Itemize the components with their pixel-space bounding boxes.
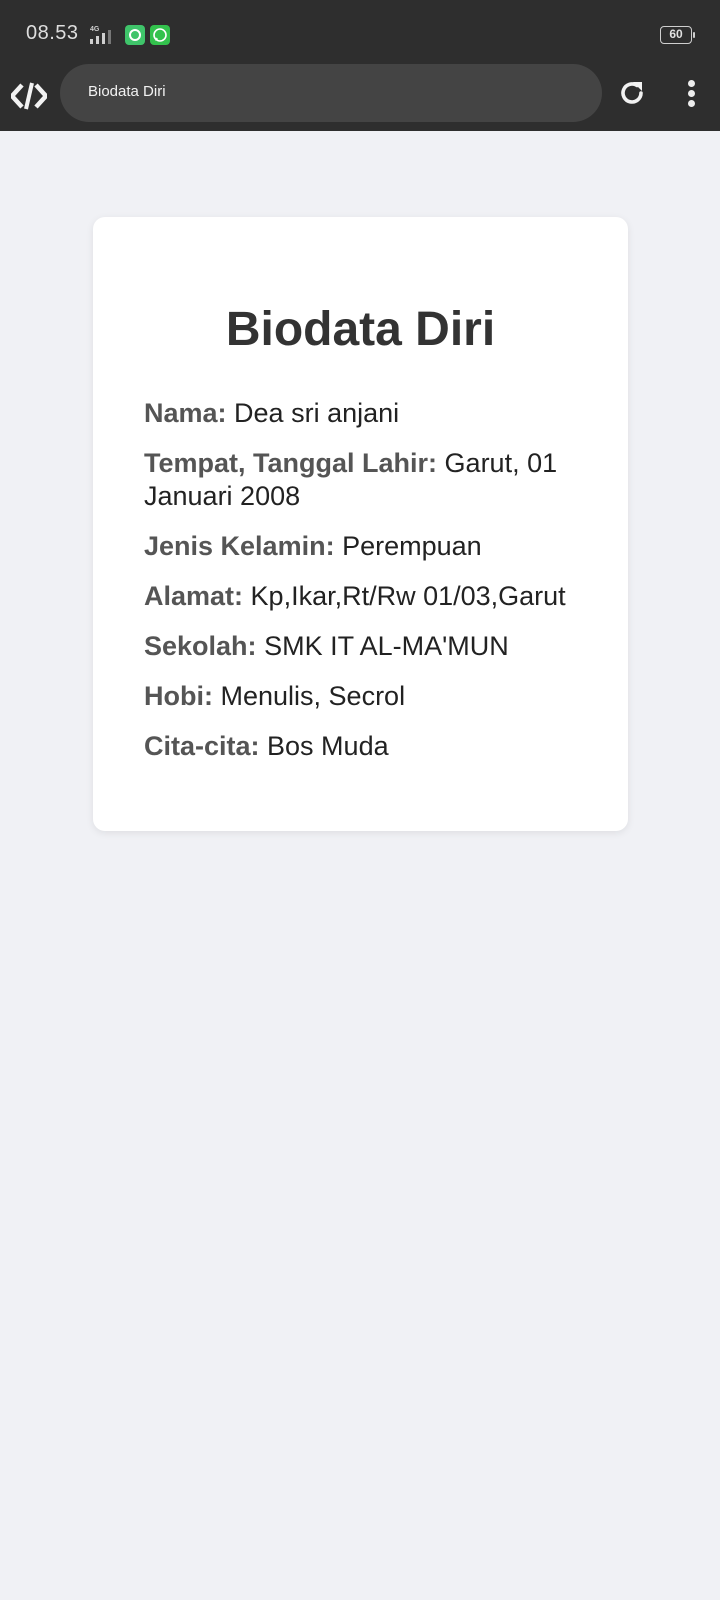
url-text[interactable]: Biodata Diri [88,83,166,100]
status-bar: 08.53 4G 60 [0,0,720,64]
field-label: Nama: [144,398,227,428]
status-time: 08.53 [26,22,79,44]
field-cita-cita: Cita-cita: Bos Muda [144,730,584,763]
app-notification-icon [125,25,145,45]
more-vert-icon[interactable] [680,78,702,108]
url-bar[interactable]: Biodata Diri [60,64,602,122]
battery-indicator: 60 [660,26,695,44]
field-hobi: Hobi: Menulis, Secrol [144,680,584,713]
field-label: Tempat, Tanggal Lahir: [144,448,438,478]
field-alamat: Alamat: Kp,Ikar,Rt/Rw 01/03,Garut [144,580,584,613]
whatsapp-icon [150,25,170,45]
field-value: Perempuan [342,531,482,561]
biodata-fields: Nama: Dea sri anjani Tempat, Tanggal Lah… [144,397,584,780]
browser-toolbar: Biodata Diri [0,64,720,131]
field-nama: Nama: Dea sri anjani [144,397,584,430]
field-label: Hobi: [144,681,213,711]
field-label: Jenis Kelamin: [144,531,335,561]
field-value: Menulis, Secrol [220,681,406,711]
code-logo-icon[interactable] [11,81,47,111]
field-label: Cita-cita: [144,731,260,761]
network-label: 4G [90,26,100,33]
field-jenis-kelamin: Jenis Kelamin: Perempuan [144,530,584,563]
field-sekolah: Sekolah: SMK IT AL-MA'MUN [144,630,584,663]
reload-icon[interactable] [617,78,647,108]
signal-icon: 4G [90,26,111,44]
field-value: Dea sri anjani [234,398,400,428]
field-tempat-tanggal-lahir: Tempat, Tanggal Lahir: Garut, 01 Januari… [144,447,584,513]
field-value: SMK IT AL-MA'MUN [264,631,509,661]
card-title: Biodata Diri [225,303,496,356]
field-value: Bos Muda [267,731,389,761]
field-label: Sekolah: [144,631,257,661]
field-label: Alamat: [144,581,244,611]
field-value: Kp,Ikar,Rt/Rw 01/03,Garut [250,581,566,611]
biodata-card: Biodata Diri Nama: Dea sri anjani Tempat… [93,217,628,831]
